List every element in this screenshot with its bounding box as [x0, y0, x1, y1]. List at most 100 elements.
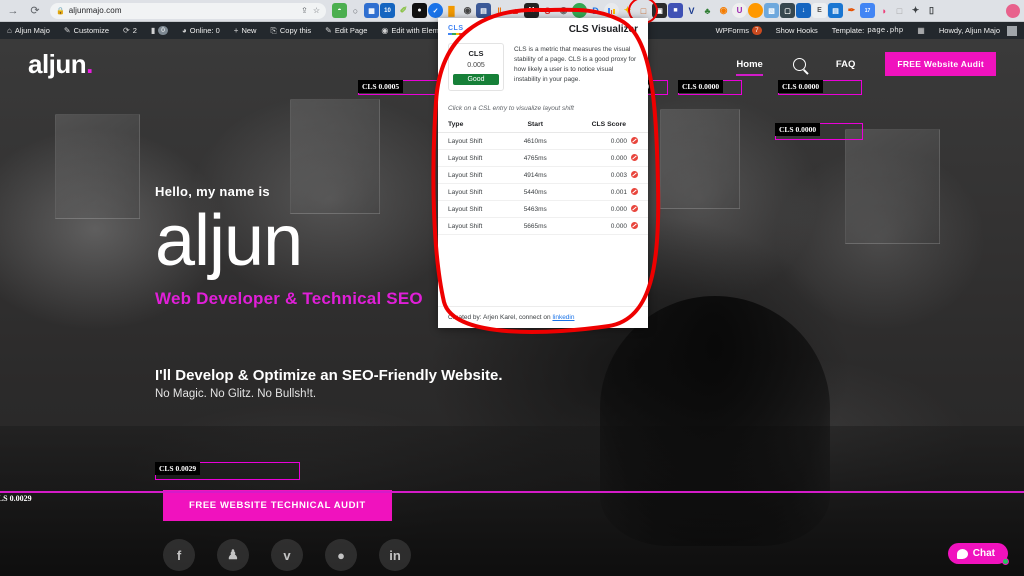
extension-bar-chart[interactable]: █ [444, 3, 459, 18]
nav-home[interactable]: Home [736, 59, 764, 76]
cell-start: 5665ms [507, 217, 563, 235]
cell-type: Layout Shift [438, 183, 508, 201]
extension-seo-meta[interactable]: 10 [380, 3, 395, 18]
extension-columns[interactable]: ‖ [492, 3, 507, 18]
table-row[interactable]: Layout Shift 5463ms 0.000 [438, 200, 648, 218]
extension-grid[interactable]: ▦ [364, 3, 379, 18]
extension-table[interactable]: ▤ [476, 3, 491, 18]
extension-paint[interactable]: ✒ [844, 3, 859, 18]
hero-tagline-secondary: No Magic. No Glitz. No Bullsh!t. [155, 388, 317, 400]
extension-toolbar: ◓ ○ ▦ 10 ✐ ● ✓ █ ◉ ▤ ‖ ▲ M S ◉ ● D ✦ □ ▣… [332, 3, 1003, 18]
chat-label: Chat [972, 548, 995, 559]
extension-v-letter[interactable]: V [684, 3, 699, 18]
wp-howdy[interactable]: Howdy, Aljun Majo [932, 22, 1024, 39]
extension-clock[interactable]: ○ [348, 3, 363, 18]
site-logo-text: aljun [28, 48, 87, 79]
extension-leaf[interactable]: ✐ [396, 3, 411, 18]
extension-check-blue[interactable]: ✓ [428, 3, 443, 18]
extension-download-blue[interactable]: ↓ [796, 3, 811, 18]
extension-orange-dot[interactable] [748, 3, 763, 18]
extension-e-letter[interactable]: E [812, 3, 827, 18]
cls-overlay-audit-btn-label: CLS 0.0000 [775, 123, 821, 136]
cls-description: CLS is a metric that measures the visual… [514, 46, 637, 84]
extension-detailed[interactable]: D [588, 3, 603, 18]
extension-side-panel-icon[interactable]: ▯ [924, 3, 939, 18]
share-icon[interactable]: ⇪ [301, 6, 308, 15]
social-meetup[interactable]: ♟ [217, 539, 249, 571]
social-github[interactable]: ● [325, 539, 357, 571]
search-icon[interactable] [792, 57, 806, 71]
cls-overlay-nav-faq-label: CLS 0.0000 [678, 80, 724, 93]
social-linkedin[interactable]: in [379, 539, 411, 571]
no-entry-icon [631, 154, 638, 161]
wp-show-hooks[interactable]: Show Hooks [769, 22, 825, 39]
table-row[interactable]: Layout Shift 4914ms 0.003 [438, 166, 648, 184]
table-row[interactable]: Layout Shift 4765ms 0.000 [438, 149, 648, 167]
chat-widget-button[interactable]: Chat [947, 543, 1009, 565]
wp-online-users[interactable]: ◕ Online: 0 [175, 22, 227, 39]
extension-lock-red[interactable]: ▲ [508, 3, 523, 18]
star-icon[interactable]: ☆ [313, 6, 320, 15]
social-links: f ♟ ᴠ ● in [163, 539, 411, 571]
extension-grey-doc[interactable]: □ [892, 3, 907, 18]
cell-score: 0.000 [562, 217, 648, 235]
table-row[interactable]: Layout Shift 5440ms 0.001 [438, 183, 648, 201]
no-entry-icon [631, 171, 638, 178]
wp-comments[interactable]: ▮ 0 [144, 22, 175, 39]
extension-monitor[interactable]: ▢ [780, 3, 795, 18]
extension-semrush[interactable]: S [540, 3, 555, 18]
extension-window[interactable]: □ [636, 3, 651, 18]
extension-globe-grey[interactable]: ◉ [556, 3, 571, 18]
wp-edit-page[interactable]: ✎ Edit Page [318, 22, 374, 39]
hero-cta-button[interactable]: FREE WEBSITE TECHNICAL AUDIT [163, 490, 392, 521]
cell-type: Layout Shift [438, 200, 508, 218]
cls-visualizer-extension-icon[interactable] [604, 3, 619, 18]
address-bar[interactable]: 🔒 aljunmajo.com ⇪ ☆ [50, 2, 326, 19]
wp-copy-this[interactable]: ⎘ Copy this [263, 22, 318, 39]
extension-blue-folder[interactable]: ▤ [828, 3, 843, 18]
wp-updates[interactable]: ⟳ 2 [116, 22, 144, 39]
reload-button[interactable]: ⟳ [26, 2, 44, 20]
extension-pink-ghost[interactable]: ◑ [876, 3, 891, 18]
social-twitter[interactable]: ᴠ [271, 539, 303, 571]
wp-wpforms[interactable]: WPForms 7 [709, 22, 769, 39]
site-logo[interactable]: aljun. [28, 49, 93, 80]
table-row[interactable]: Layout Shift 5665ms 0.000 [438, 217, 648, 235]
cell-score: 0.001 [562, 183, 648, 201]
linkedin-link[interactable]: linkedin [552, 314, 574, 321]
extension-eye[interactable]: ◉ [460, 3, 475, 18]
profile-avatar[interactable] [1006, 3, 1020, 18]
extension-puzzle-icon[interactable]: ✦ [908, 3, 923, 18]
extension-green-circle[interactable]: ● [572, 3, 587, 18]
extension-analytics[interactable]: ◓ [332, 3, 347, 18]
social-facebook[interactable]: f [163, 539, 195, 571]
extension-orange-eye[interactable]: ◉ [716, 3, 731, 18]
extension-image[interactable]: ▧ [764, 3, 779, 18]
table-row[interactable]: Layout Shift 4610ms 0.000 [438, 132, 648, 150]
wp-site-name[interactable]: ⌂ Aljun Majo [0, 22, 57, 39]
column-header-score: CLS Score [562, 118, 648, 133]
wp-screen-icon[interactable]: ▦ [910, 22, 932, 39]
extension-keywords-yellow[interactable]: ✦ [620, 3, 635, 18]
cell-score: 0.000 [562, 149, 648, 167]
cell-type: Layout Shift [438, 149, 508, 167]
wp-new-content[interactable]: + New [227, 22, 264, 39]
site-navigation: Home FAQ FREE Website Audit [736, 52, 996, 76]
wp-template[interactable]: Template: page.php [825, 22, 911, 39]
pencil-icon: ✎ [63, 26, 71, 35]
extension-tree-green[interactable]: ♣ [700, 3, 715, 18]
nav-faq[interactable]: FAQ [836, 59, 856, 70]
extension-u-letter[interactable]: U [732, 3, 747, 18]
cls-visualizer-panel: CLS CLS Visualizer CLS 0.005 Good CLS is… [438, 18, 648, 328]
forward-button[interactable]: → [4, 2, 22, 20]
extension-calendar[interactable]: 17 [860, 3, 875, 18]
cell-start: 4765ms [507, 149, 563, 167]
extension-dark[interactable]: ● [412, 3, 427, 18]
extension-moz[interactable]: M [524, 3, 539, 18]
section-divider [0, 491, 1024, 493]
extension-blue-square[interactable]: ■ [668, 3, 683, 18]
wp-customize[interactable]: ✎ Customize [57, 22, 116, 39]
extension-dark-square[interactable]: ▣ [652, 3, 667, 18]
free-website-audit-button[interactable]: FREE Website Audit [885, 52, 996, 76]
cell-score-value: 0.003 [610, 172, 627, 179]
